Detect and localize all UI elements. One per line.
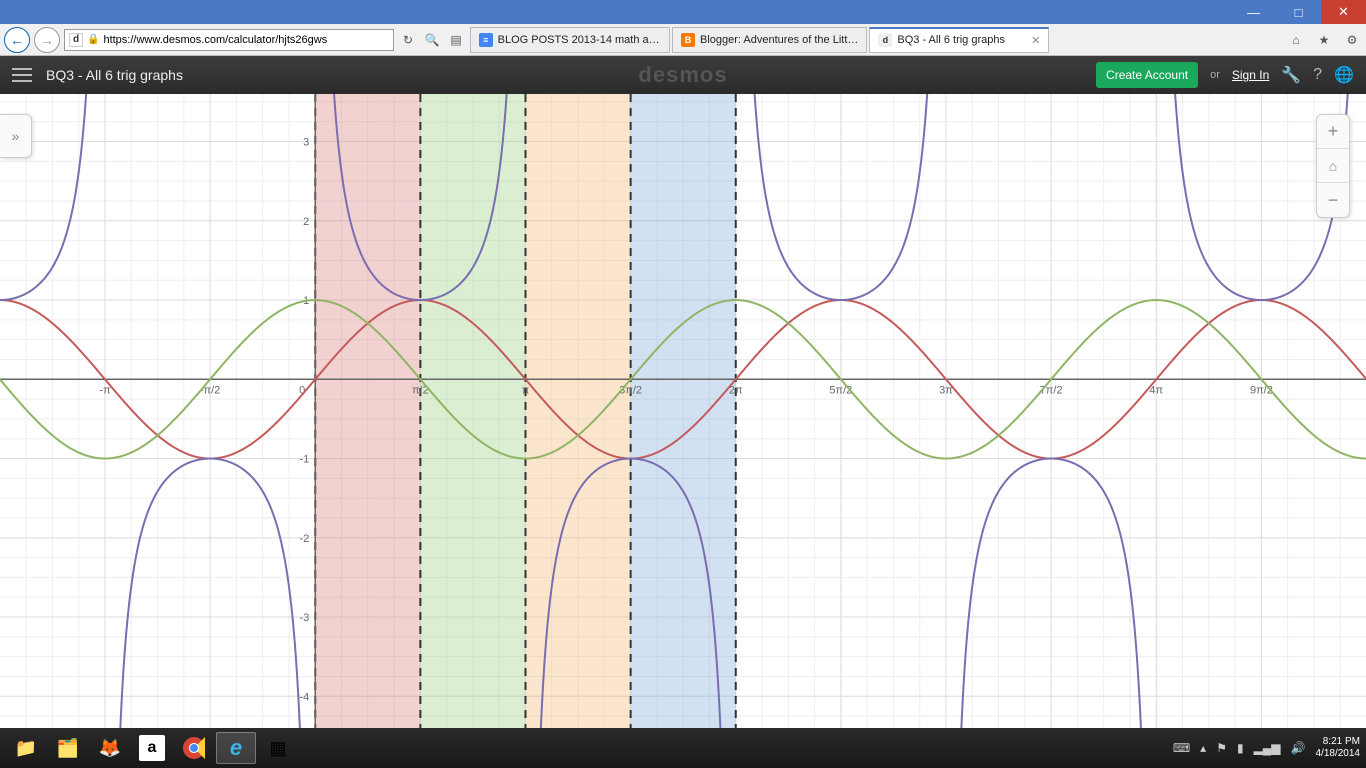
window-close-button[interactable]: ✕ [1321, 0, 1366, 24]
tab-favicon-icon: B [681, 33, 695, 47]
browser-tab-2[interactable]: d BQ3 - All 6 trig graphs ✕ [869, 27, 1049, 53]
volume-tray-icon[interactable]: 🔊 [1291, 741, 1306, 755]
taskbar-item-0[interactable]: 📁 [6, 732, 46, 764]
svg-text:-3: -3 [299, 612, 309, 624]
share-icon[interactable]: 🌐 [1334, 65, 1354, 85]
svg-text:-1: -1 [299, 454, 309, 466]
system-tray: ⌨ ▴ ⚑ ▮ ▂▄▆ 🔊 8:21 PM 4/18/2014 [1173, 736, 1360, 760]
tab-label: Blogger: Adventures of the Litt… [700, 34, 858, 46]
svg-text:-π: -π [99, 384, 111, 396]
taskbar: 📁🗂️🦊a e▦ ⌨ ▴ ⚑ ▮ ▂▄▆ 🔊 8:21 PM 4/18/2014 [0, 728, 1366, 768]
battery-tray-icon[interactable]: ▮ [1237, 741, 1244, 755]
graph-canvas[interactable]: -π-π/20π/2π3π/22π5π/23π7π/24π9π/2-4-3-2-… [0, 94, 1366, 728]
lock-icon: 🔒 [87, 34, 99, 45]
address-bar[interactable]: d 🔒 https://www.desmos.com/calculator/hj… [64, 29, 394, 51]
taskbar-item-2[interactable]: 🦊 [90, 732, 130, 764]
window-minimize-button[interactable]: — [1231, 0, 1276, 24]
compat-view-icon[interactable]: ▤ [446, 30, 466, 50]
favorites-icon[interactable]: ★ [1314, 30, 1334, 50]
tab-favicon-icon: d [878, 33, 892, 47]
back-button[interactable]: ← [4, 27, 30, 53]
tab-close-icon[interactable]: ✕ [1031, 34, 1040, 47]
svg-text:2: 2 [303, 216, 309, 228]
desmos-logo: desmos [638, 62, 727, 88]
browser-tab-1[interactable]: B Blogger: Adventures of the Litt… [672, 27, 867, 53]
menu-button[interactable] [12, 68, 32, 82]
tools-icon[interactable]: ⚙ [1342, 30, 1362, 50]
svg-text:-2: -2 [299, 533, 309, 545]
help-icon[interactable]: ? [1313, 66, 1322, 84]
keyboard-tray-icon[interactable]: ⌨ [1173, 741, 1190, 755]
svg-text:π: π [522, 384, 530, 396]
window-titlebar: — □ ✕ [0, 0, 1366, 24]
url-text: https://www.desmos.com/calculator/hjts26… [103, 34, 327, 46]
taskbar-item-6[interactable]: ▦ [258, 732, 298, 764]
graph-title[interactable]: BQ3 - All 6 trig graphs [46, 67, 183, 83]
window-maximize-button[interactable]: □ [1276, 0, 1321, 24]
forward-button[interactable]: → [34, 27, 60, 53]
home-icon[interactable]: ⌂ [1286, 30, 1306, 50]
app-header: BQ3 - All 6 trig graphs desmos Create Ac… [0, 56, 1366, 94]
svg-text:-4: -4 [299, 691, 309, 703]
sign-in-link[interactable]: Sign In [1232, 68, 1269, 82]
zoom-control: + ⌂ − [1316, 114, 1350, 218]
expand-expression-list-button[interactable]: » [0, 114, 32, 158]
taskbar-item-1[interactable]: 🗂️ [48, 732, 88, 764]
network-tray-icon[interactable]: ▂▄▆ [1254, 741, 1281, 755]
taskbar-item-4[interactable] [174, 732, 214, 764]
flag-tray-icon[interactable]: ⚑ [1216, 741, 1227, 755]
wrench-icon[interactable]: 🔧 [1281, 65, 1301, 85]
zoom-out-button[interactable]: − [1317, 183, 1349, 217]
create-account-button[interactable]: Create Account [1096, 62, 1198, 88]
browser-tab-0[interactable]: ≡ BLOG POSTS 2013-14 math an… [470, 27, 670, 53]
tab-favicon-icon: ≡ [479, 33, 493, 47]
taskbar-item-3[interactable]: a [132, 732, 172, 764]
refresh-button[interactable]: ↻ [398, 30, 418, 50]
tab-label: BLOG POSTS 2013-14 math an… [498, 34, 661, 46]
taskbar-item-5[interactable]: e [216, 732, 256, 764]
zoom-home-button[interactable]: ⌂ [1317, 149, 1349, 183]
chevron-up-icon[interactable]: ▴ [1200, 741, 1206, 755]
tab-label: BQ3 - All 6 trig graphs [897, 34, 1005, 46]
or-label: or [1210, 69, 1220, 81]
zoom-in-button[interactable]: + [1317, 115, 1349, 149]
taskbar-clock[interactable]: 8:21 PM 4/18/2014 [1316, 736, 1361, 760]
site-favicon-icon: d [69, 33, 83, 47]
svg-text:-π/2: -π/2 [200, 384, 220, 396]
search-dropdown-icon[interactable]: 🔍 [422, 30, 442, 50]
svg-text:3: 3 [303, 137, 309, 149]
browser-toolbar: ← → d 🔒 https://www.desmos.com/calculato… [0, 24, 1366, 56]
